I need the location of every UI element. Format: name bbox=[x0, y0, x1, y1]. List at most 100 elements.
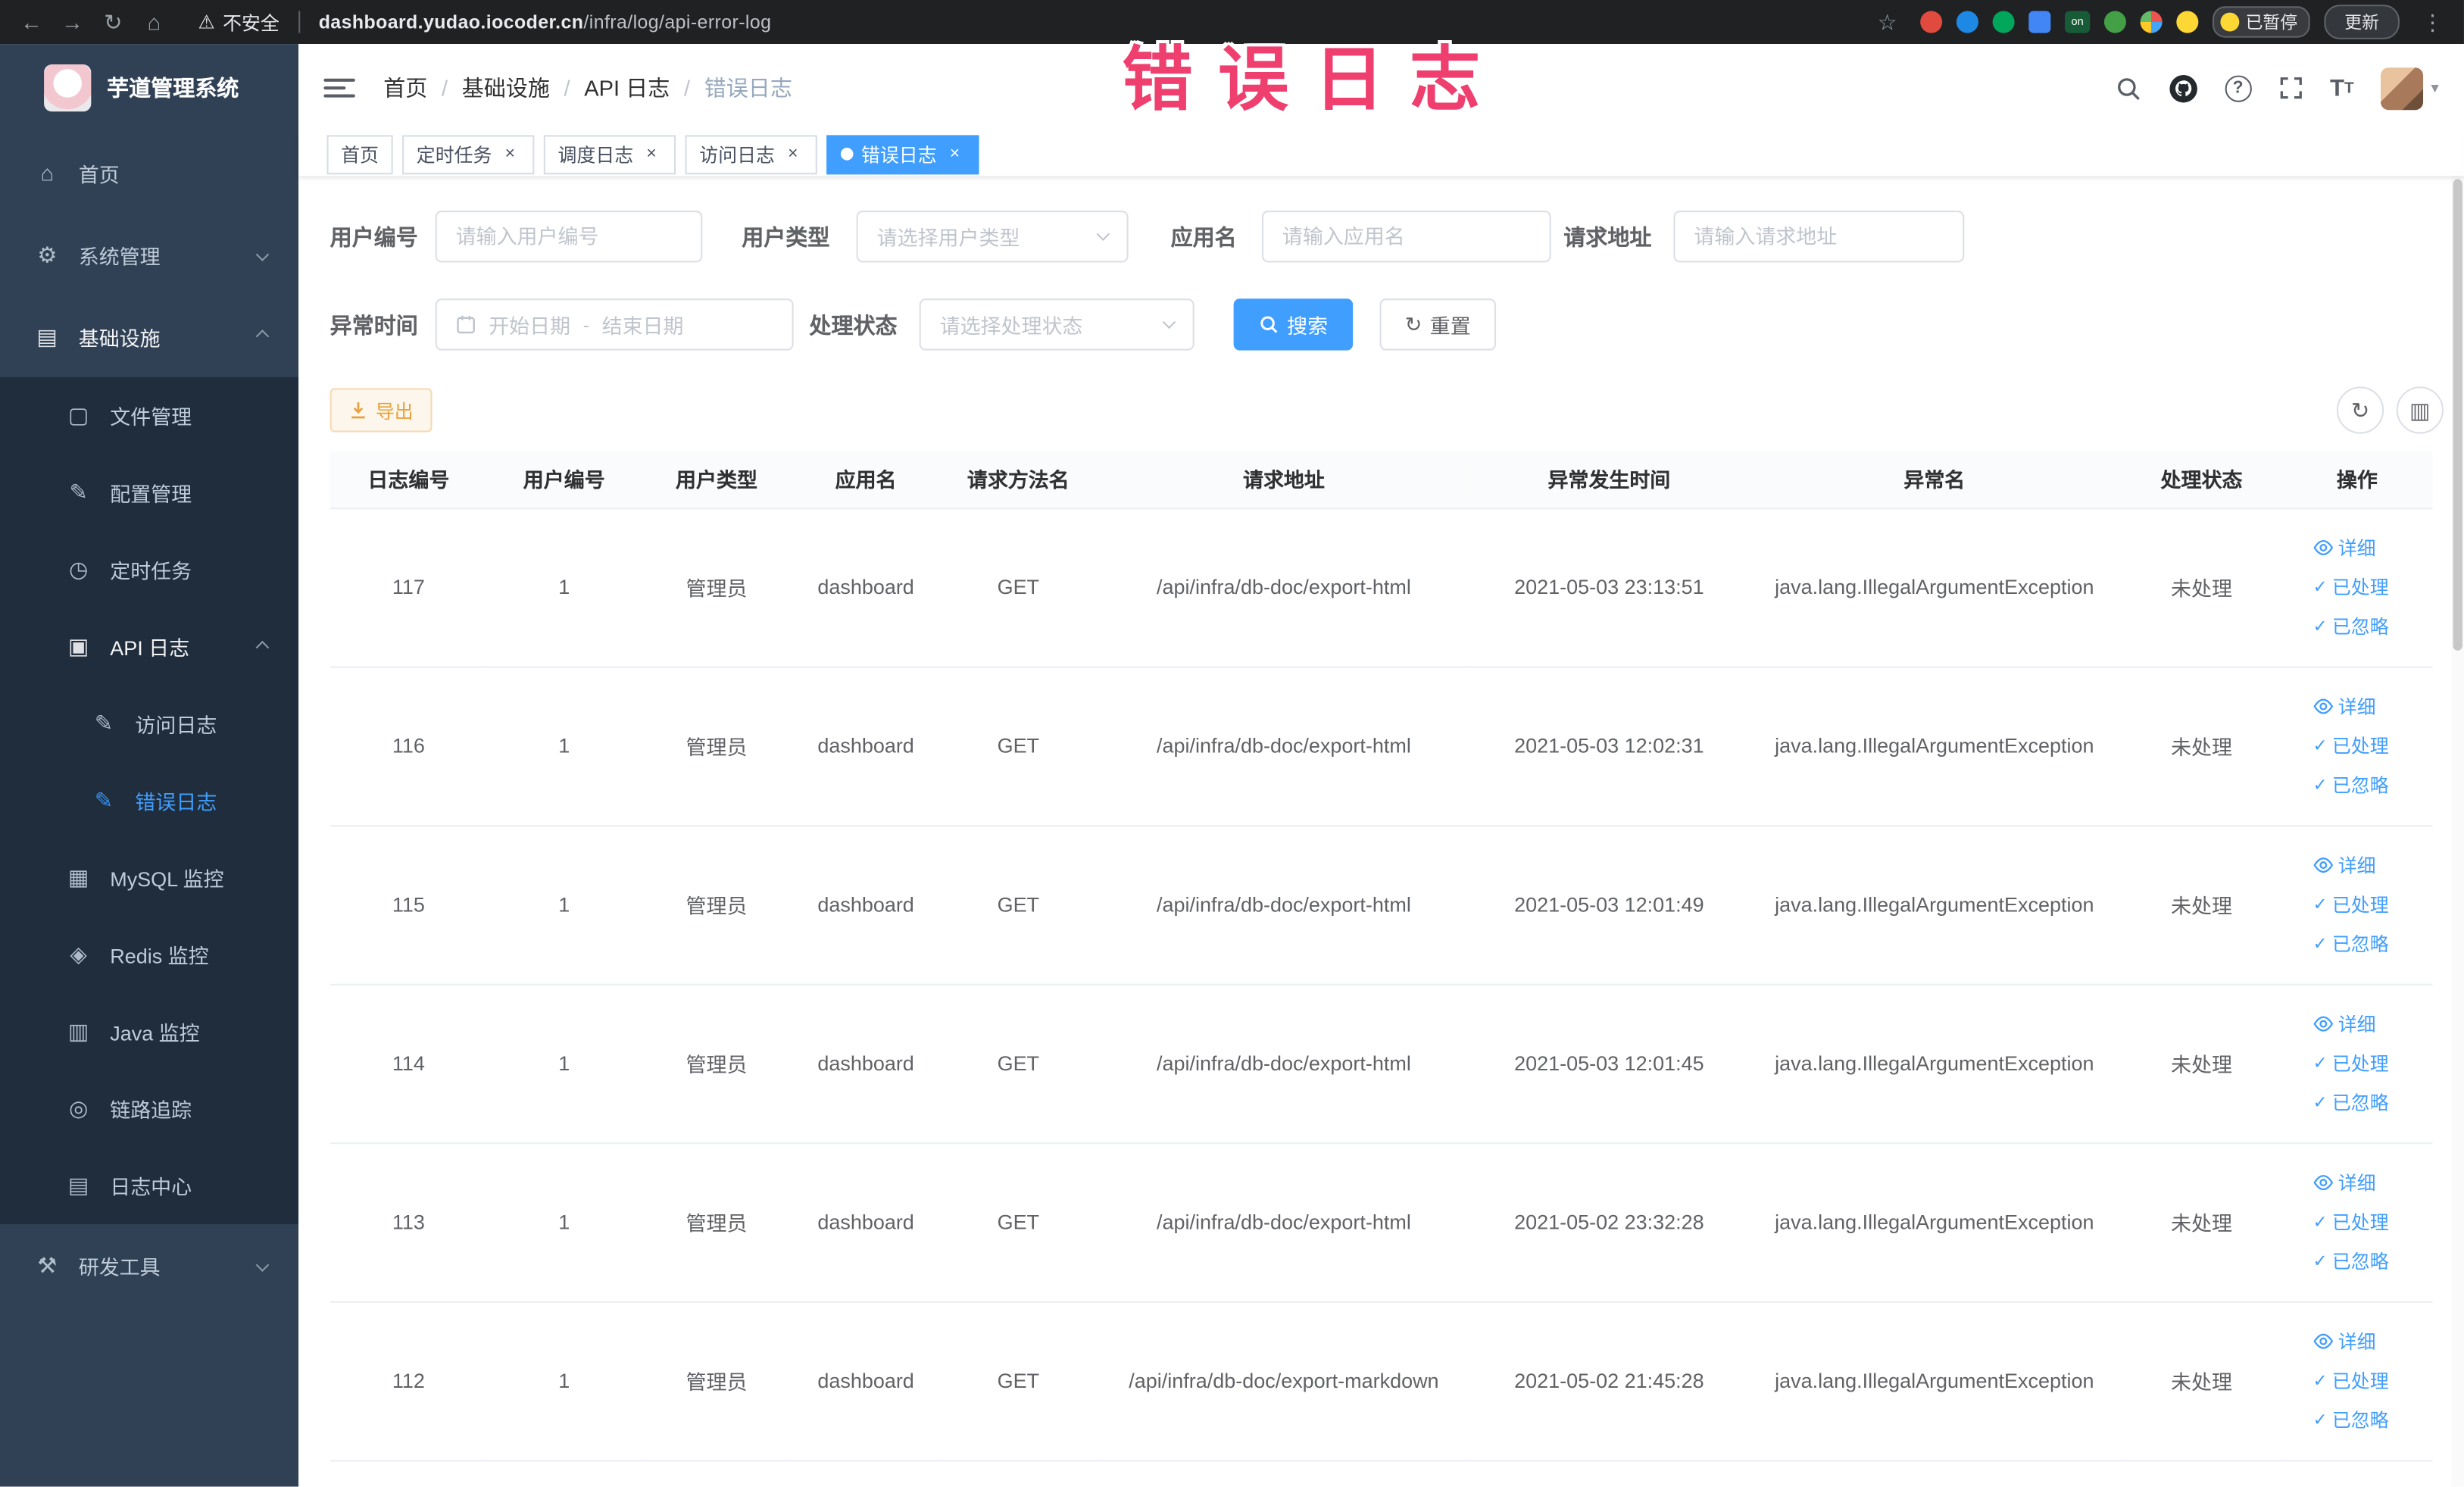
app-name-input[interactable] bbox=[1261, 210, 1551, 263]
tab-access-log[interactable]: 访问日志 × bbox=[685, 134, 817, 174]
close-icon[interactable]: × bbox=[782, 144, 803, 164]
help-icon[interactable]: ? bbox=[2224, 74, 2252, 102]
table-row[interactable]: 116 1 管理员 dashboard GET /api/infra/db-do… bbox=[329, 666, 2433, 826]
sidebar-item-system-mgmt[interactable]: ⚙ 系统管理 bbox=[0, 214, 298, 295]
action-detail[interactable]: 详细 bbox=[2313, 534, 2376, 561]
sidebar-item-access-log[interactable]: ✎ 访问日志 bbox=[0, 686, 298, 763]
search-button[interactable]: 搜索 bbox=[1233, 298, 1354, 351]
sidebar-item-log-center[interactable]: ▤ 日志中心 bbox=[0, 1147, 298, 1224]
action-processed[interactable]: ✓ 已处理 bbox=[2313, 1367, 2389, 1394]
fullscreen-icon[interactable] bbox=[2278, 76, 2303, 101]
extension-icon[interactable] bbox=[2140, 11, 2163, 33]
kebab-menu-icon[interactable]: ⋮ bbox=[2414, 5, 2452, 39]
search-icon[interactable] bbox=[2115, 75, 2141, 102]
close-icon[interactable]: × bbox=[945, 144, 965, 164]
sidebar-item-file-mgmt[interactable]: ▢ 文件管理 bbox=[0, 377, 298, 455]
hamburger-icon[interactable] bbox=[323, 78, 355, 98]
update-button[interactable]: 更新 bbox=[2324, 5, 2400, 39]
sidebar-item-error-log[interactable]: ✎ 错误日志 bbox=[0, 762, 298, 839]
action-processed[interactable]: ✓ 已处理 bbox=[2313, 1208, 2389, 1235]
table-row[interactable]: 115 1 管理员 dashboard GET /api/infra/db-do… bbox=[329, 825, 2433, 985]
breadcrumb-item[interactable]: 基础设施 bbox=[462, 72, 550, 103]
tab-schedule-log[interactable]: 调度日志 × bbox=[543, 134, 676, 174]
column-settings-button[interactable]: ▥ bbox=[2396, 386, 2444, 434]
infrastructure-submenu: ▢ 文件管理 ✎ 配置管理 ◷ 定时任务 ▣ API 日志 ✎ 访问日志 ✎ 错… bbox=[0, 376, 299, 1225]
sidebar-item-dev-tools[interactable]: ⚒ 研发工具 bbox=[0, 1224, 298, 1306]
table-row[interactable]: 112 1 管理员 dashboard GET /api/infra/db-do… bbox=[329, 1301, 2433, 1461]
extension-icon[interactable] bbox=[2103, 11, 2126, 33]
cell-log-id: 115 bbox=[329, 825, 488, 985]
close-icon[interactable]: × bbox=[642, 144, 662, 164]
column-header: 操作 bbox=[2281, 451, 2433, 509]
bookmark-star-icon[interactable]: ☆ bbox=[1869, 5, 1907, 39]
action-ignored[interactable]: ✓ 已忽略 bbox=[2313, 930, 2389, 957]
file-icon: ▢ bbox=[67, 402, 89, 428]
browser-home-icon[interactable]: ⌂ bbox=[135, 5, 173, 39]
request-url-input[interactable] bbox=[1673, 210, 1965, 263]
browser-forward-icon[interactable]: → bbox=[54, 5, 92, 39]
cell-user-id: 1 bbox=[487, 1142, 642, 1302]
refresh-button[interactable]: ↻ bbox=[2336, 386, 2384, 434]
breadcrumb-item[interactable]: 首页 bbox=[383, 72, 427, 103]
table-row[interactable]: 117 1 管理员 dashboard GET /api/infra/db-do… bbox=[329, 508, 2433, 667]
sidebar-item-redis-monitor[interactable]: ◈ Redis 监控 bbox=[0, 916, 298, 993]
table-row[interactable]: 113 1 管理员 dashboard GET /api/infra/db-do… bbox=[329, 1142, 2433, 1302]
sidebar-item-api-log[interactable]: ▣ API 日志 bbox=[0, 608, 298, 686]
status-select[interactable]: 请选择处理状态 bbox=[919, 298, 1195, 351]
scrollbar-thumb[interactable] bbox=[2453, 179, 2462, 651]
paused-badge[interactable]: 已暂停 bbox=[2213, 6, 2310, 38]
action-processed[interactable]: ✓ 已处理 bbox=[2313, 573, 2389, 600]
action-detail[interactable]: 详细 bbox=[2313, 851, 2376, 878]
sidebar-item-mysql-monitor[interactable]: ▦ MySQL 监控 bbox=[0, 839, 298, 917]
action-ignored[interactable]: ✓ 已忽略 bbox=[2313, 613, 2389, 639]
action-ignored[interactable]: ✓ 已忽略 bbox=[2313, 1248, 2389, 1274]
font-size-icon[interactable]: TT bbox=[2330, 75, 2354, 102]
action-ignored[interactable]: ✓ 已忽略 bbox=[2313, 1089, 2389, 1116]
tab-label: 错误日志 bbox=[861, 143, 937, 166]
close-icon[interactable]: × bbox=[500, 144, 520, 164]
scrollbar[interactable] bbox=[2451, 176, 2464, 1487]
tab-error-log[interactable]: 错误日志 × bbox=[826, 134, 979, 174]
user-menu[interactable]: ▾ bbox=[2380, 67, 2439, 110]
table-row[interactable]: 114 1 管理员 dashboard GET /api/infra/db-do… bbox=[329, 983, 2433, 1144]
tab-scheduled-tasks[interactable]: 定时任务 × bbox=[402, 134, 535, 174]
export-button[interactable]: 导出 bbox=[329, 388, 433, 433]
sidebar-item-infrastructure[interactable]: ▤ 基础设施 bbox=[0, 295, 298, 377]
sidebar-item-scheduled-tasks[interactable]: ◷ 定时任务 bbox=[0, 531, 298, 608]
action-processed[interactable]: ✓ 已处理 bbox=[2313, 1050, 2389, 1076]
warning-icon: ⚠ bbox=[198, 11, 215, 33]
action-detail[interactable]: 详细 bbox=[2313, 1170, 2376, 1196]
sidebar-item-link-tracing[interactable]: ◎ 链路追踪 bbox=[0, 1070, 298, 1148]
sidebar-item-config-mgmt[interactable]: ✎ 配置管理 bbox=[0, 455, 298, 532]
action-ignored[interactable]: ✓ 已忽略 bbox=[2313, 772, 2389, 798]
extension-on-badge[interactable]: on bbox=[2065, 11, 2091, 33]
extension-icon[interactable] bbox=[1920, 11, 1943, 33]
action-detail[interactable]: 详细 bbox=[2313, 693, 2376, 720]
eye-icon bbox=[2313, 698, 2333, 714]
breadcrumb-item[interactable]: API 日志 bbox=[584, 72, 670, 103]
security-chip[interactable]: ⚠ 不安全 bbox=[198, 8, 279, 35]
action-detail[interactable]: 详细 bbox=[2313, 1328, 2376, 1354]
extension-icon[interactable] bbox=[1992, 11, 2015, 33]
action-processed[interactable]: ✓ 已处理 bbox=[2313, 891, 2389, 917]
reset-button[interactable]: ↻ 重置 bbox=[1379, 298, 1496, 351]
browser-reload-icon[interactable]: ↻ bbox=[94, 5, 132, 39]
extension-icon[interactable] bbox=[2176, 11, 2199, 33]
sidebar-item-home[interactable]: ⌂ 首页 bbox=[0, 132, 298, 214]
address-bar[interactable]: dashboard.yudao.iocoder.cn/infra/log/api… bbox=[319, 11, 772, 33]
action-ignored[interactable]: ✓ 已忽略 bbox=[2313, 1407, 2389, 1433]
user-id-input[interactable] bbox=[435, 210, 703, 263]
logo[interactable]: 芋道管理系统 bbox=[0, 44, 298, 132]
tab-home[interactable]: 首页 bbox=[326, 134, 393, 174]
sidebar-item-java-monitor[interactable]: ▥ Java 监控 bbox=[0, 993, 298, 1070]
action-processed[interactable]: ✓ 已处理 bbox=[2313, 733, 2389, 759]
extension-icon[interactable] bbox=[2028, 11, 2051, 33]
cell-request-url: /api/infra/db-doc/export-html bbox=[1097, 1142, 1471, 1302]
extension-icon[interactable] bbox=[1956, 11, 1978, 33]
action-detail[interactable]: 详细 bbox=[2313, 1011, 2376, 1037]
user-type-select[interactable]: 请选择用户类型 bbox=[856, 210, 1129, 263]
github-icon[interactable] bbox=[2168, 73, 2197, 102]
export-button-label: 导出 bbox=[375, 399, 414, 423]
date-range-picker[interactable]: 开始日期 - 结束日期 bbox=[435, 298, 794, 351]
browser-back-icon[interactable]: ← bbox=[13, 5, 51, 39]
